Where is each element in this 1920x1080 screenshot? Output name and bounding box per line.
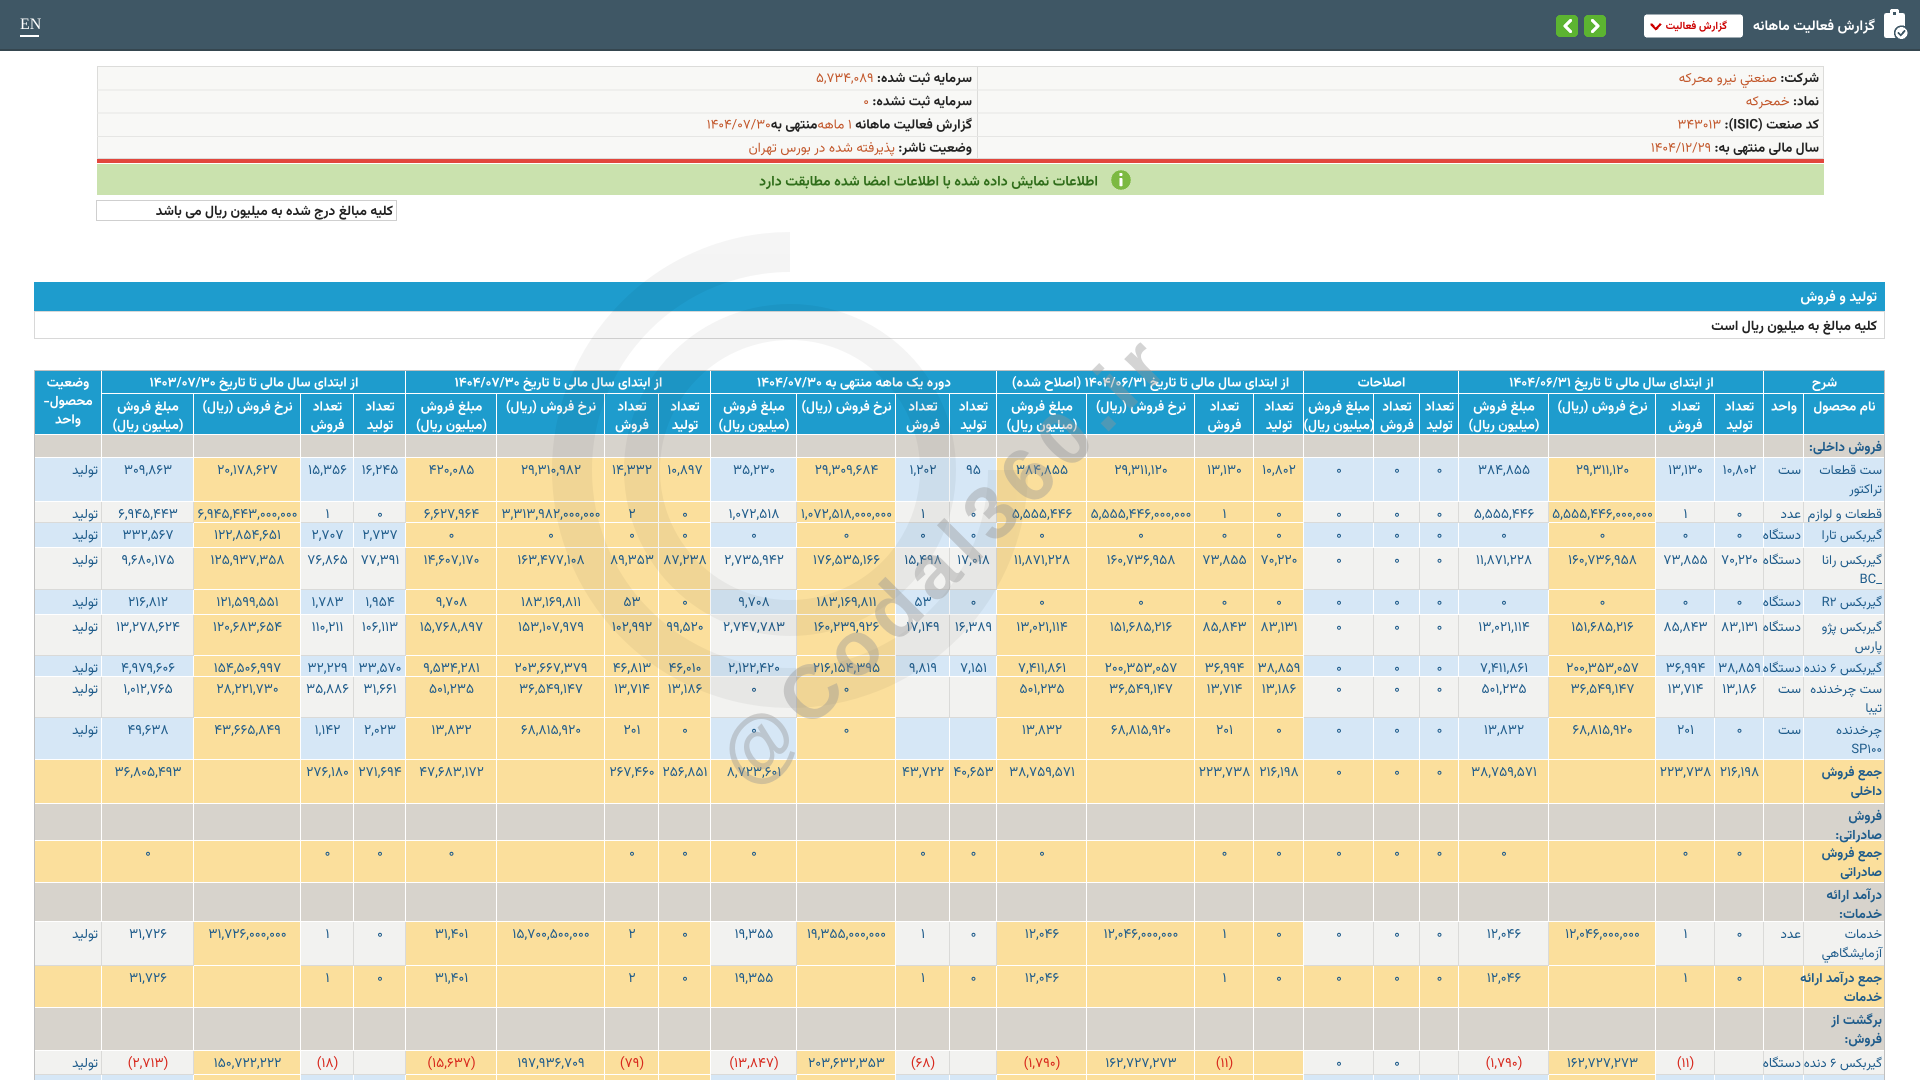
svg-text:EN: EN	[20, 16, 42, 33]
